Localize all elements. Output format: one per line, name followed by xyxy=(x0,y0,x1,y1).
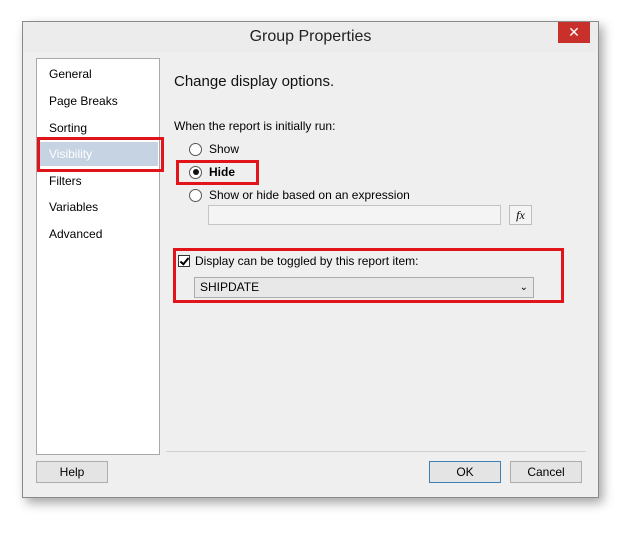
toggle-checkbox[interactable] xyxy=(178,255,190,267)
dialog-title: Group Properties xyxy=(249,28,372,45)
sidebar-item-general[interactable]: General xyxy=(38,62,158,86)
toggle-label: Display can be toggled by this report it… xyxy=(195,254,419,268)
sidebar-item-visibility[interactable]: Visibility xyxy=(38,142,158,166)
radio-hide-label: Hide xyxy=(209,165,236,179)
toggle-item-value: SHIPDATE xyxy=(200,280,260,294)
radio-hide[interactable]: Hide xyxy=(189,164,235,180)
ok-button[interactable]: OK xyxy=(429,461,501,483)
radio-show-label: Show xyxy=(209,142,240,156)
initial-run-label: When the report is initially run: xyxy=(174,119,336,133)
close-icon[interactable]: ✕ xyxy=(558,22,590,43)
radio-show[interactable]: Show xyxy=(189,141,239,157)
cancel-button[interactable]: Cancel xyxy=(510,461,582,483)
sidebar-item-filters[interactable]: Filters xyxy=(38,169,158,193)
sidebar-item-advanced[interactable]: Advanced xyxy=(38,222,158,246)
radio-expression-label: Show or hide based on an expression xyxy=(209,188,410,202)
group-properties-dialog: Group Properties ✕ General Page Breaks S… xyxy=(22,21,599,498)
help-button[interactable]: Help xyxy=(36,461,108,483)
toggle-item-select[interactable]: SHIPDATE ⌄ xyxy=(194,277,534,298)
section-heading: Change display options. xyxy=(174,73,335,90)
radio-expression-circle[interactable] xyxy=(189,188,202,202)
sidebar-item-variables[interactable]: Variables xyxy=(38,195,158,219)
fx-icon[interactable]: fx xyxy=(509,205,532,225)
sidebar-item-page-breaks[interactable]: Page Breaks xyxy=(38,89,158,113)
footer-divider xyxy=(166,451,586,452)
sidebar: General Page Breaks Sorting Visibility F… xyxy=(36,58,160,455)
chevron-down-icon: ⌄ xyxy=(519,282,528,293)
radio-expression[interactable]: Show or hide based on an expression xyxy=(189,187,410,203)
radio-show-circle[interactable] xyxy=(189,142,202,156)
sidebar-item-sorting[interactable]: Sorting xyxy=(38,116,158,140)
expression-input[interactable] xyxy=(208,205,501,225)
title-bar: Group Properties ✕ xyxy=(23,22,598,52)
radio-hide-circle[interactable] xyxy=(189,165,202,179)
